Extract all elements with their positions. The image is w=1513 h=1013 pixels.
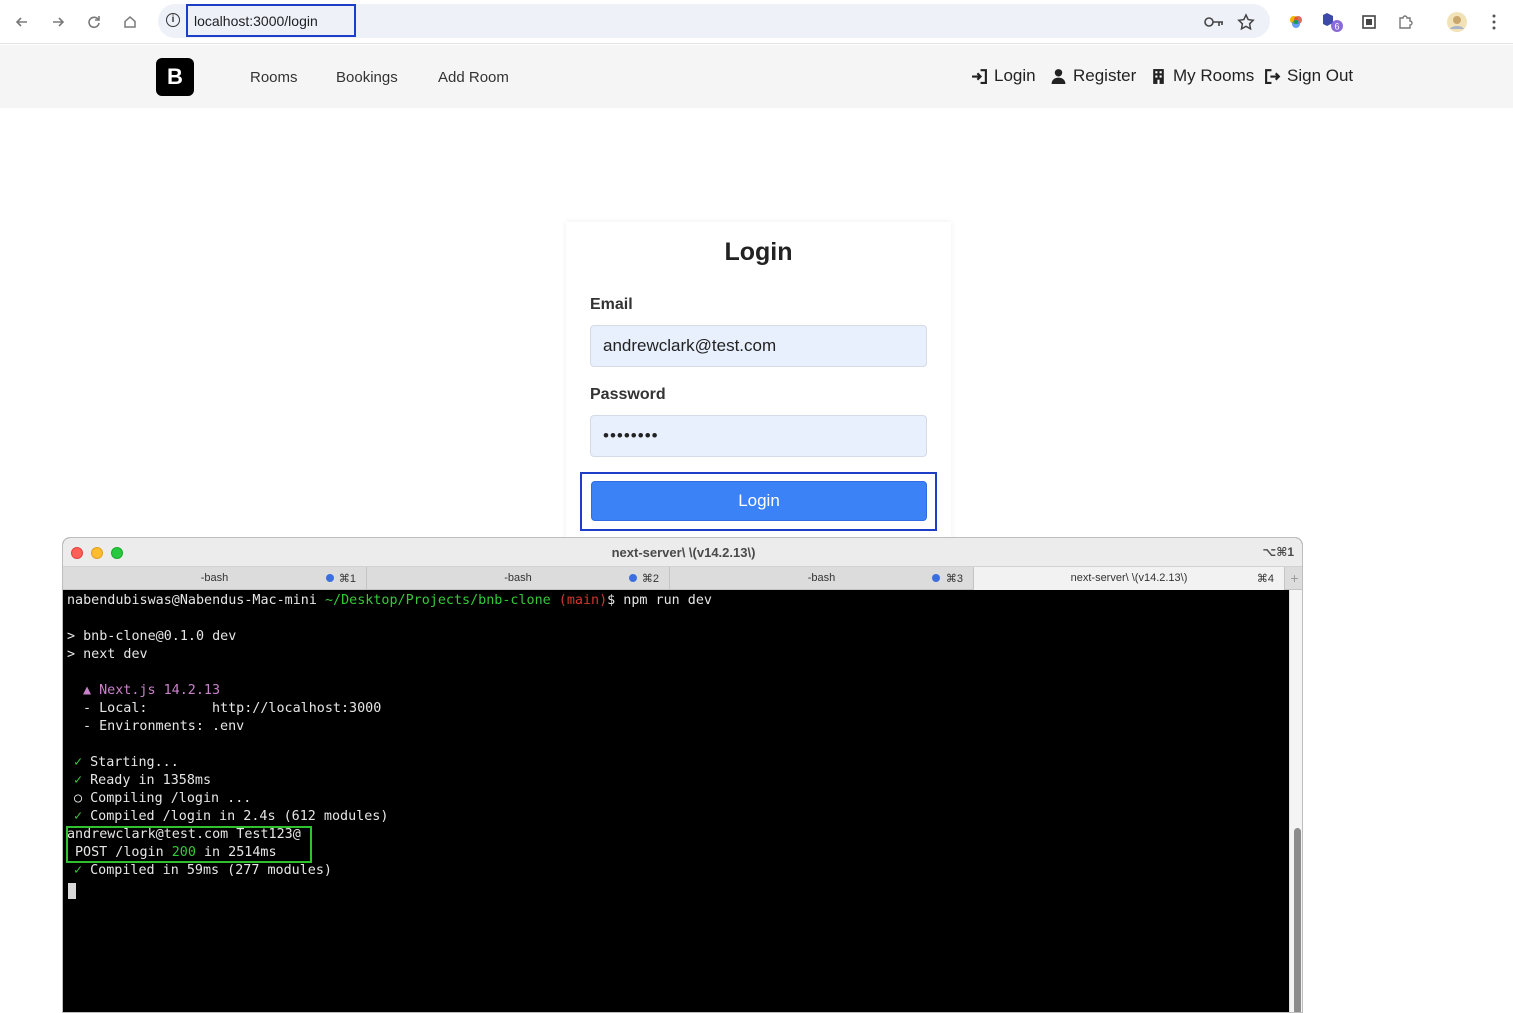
terminal-titlebar: next-server\ \(v14.2.13\) ⌥⌘1: [63, 538, 1302, 567]
line-text: Compiling /login ...: [90, 791, 252, 806]
nav-link-rooms[interactable]: Rooms: [250, 69, 298, 86]
line-text: Starting...: [90, 755, 179, 770]
terminal-output[interactable]: nabendubiswas@Nabendus-Mac-mini ~/Deskto…: [63, 590, 1289, 1012]
terminal-line: ✓ Starting...: [74, 754, 179, 772]
home-icon[interactable]: [118, 10, 142, 34]
line-text: Compiled /login in 2.4s (612 modules): [90, 809, 389, 824]
terminal-shortcut: ⌥⌘1: [1262, 545, 1294, 559]
reading-mode-icon[interactable]: [1358, 11, 1380, 33]
terminal-window: next-server\ \(v14.2.13\) ⌥⌘1 -bash ⌘1 -…: [62, 537, 1303, 1013]
terminal-line: ▲ Next.js 14.2.13: [83, 683, 221, 698]
new-tab-plus-icon[interactable]: +: [1285, 567, 1302, 590]
nav-register-label: Register: [1073, 66, 1137, 85]
check-icon: ✓: [74, 755, 83, 770]
terminal-tab-2-name: -bash: [504, 572, 532, 584]
extension-badge-icon[interactable]: 6: [1322, 11, 1344, 33]
terminal-line: ○ Compiling /login ...: [74, 790, 251, 808]
terminal-tab-2-key: ⌘2: [641, 573, 659, 585]
line-text: Ready in 1358ms: [90, 773, 212, 788]
nav-my-rooms-label: My Rooms: [1173, 66, 1255, 85]
terminal-line: - Environments: .env: [83, 719, 245, 734]
nav-register[interactable]: Register: [1050, 66, 1136, 86]
extensions-puzzle-icon[interactable]: [1394, 11, 1416, 33]
nav-sign-out[interactable]: Sign Out: [1264, 66, 1353, 86]
browser-toolbar: i localhost:3000/login 6: [0, 0, 1513, 44]
nav-login[interactable]: Login: [971, 66, 1036, 86]
bookmark-star-icon[interactable]: [1235, 11, 1257, 33]
terminal-tab-4-key: ⌘4: [1256, 573, 1274, 585]
sign-out-icon: [1265, 68, 1281, 84]
prompt-command: $ npm run dev: [607, 593, 712, 608]
terminal-tab-1-key: ⌘1: [338, 573, 356, 585]
terminal-tab-bar: -bash ⌘1 -bash ⌘2 -bash ⌘3 next-server\ …: [63, 567, 1302, 590]
terminal-line: - Local: http://localhost:3000: [83, 700, 381, 718]
prompt-branch: (main): [558, 593, 608, 608]
check-icon: ✓: [74, 773, 83, 788]
line-text: Compiled in 59ms (277 modules): [90, 863, 332, 878]
terminal-tab-4-name: next-server\ \(v14.2.13\): [1070, 572, 1188, 584]
nav-my-rooms[interactable]: My Rooms: [1150, 66, 1254, 86]
url-field[interactable]: localhost:3000/login: [186, 4, 356, 37]
email-label: Email: [590, 296, 633, 313]
terminal-line: > bnb-clone@0.1.0 dev: [67, 629, 237, 644]
password-key-icon[interactable]: [1203, 11, 1225, 33]
forward-icon[interactable]: [46, 10, 70, 34]
profile-avatar-icon[interactable]: [1446, 11, 1468, 33]
password-label: Password: [590, 386, 666, 403]
terminal-tab-4[interactable]: next-server\ \(v14.2.13\) ⌘4: [974, 567, 1285, 590]
url-text: localhost:3000/login: [194, 13, 318, 29]
terminal-cursor: [68, 883, 76, 899]
terminal-line: ✓ Ready in 1358ms: [74, 772, 211, 790]
more-menu-icon[interactable]: [1483, 11, 1505, 33]
nav-login-label: Login: [994, 66, 1036, 85]
terminal-tab-1-name: -bash: [200, 572, 229, 584]
site-info-icon[interactable]: i: [166, 13, 180, 27]
terminal-tab-1[interactable]: -bash ⌘1: [63, 567, 367, 590]
prompt-path: ~/Desktop/Projects/bnb-clone: [324, 593, 551, 608]
login-title: Login: [724, 238, 793, 266]
sign-in-icon: [972, 68, 987, 84]
terminal-title: next-server\ \(v14.2.13\): [611, 545, 756, 560]
local-label: - Local:: [83, 701, 148, 716]
prompt-user: nabendubiswas@Nabendus-Mac-mini: [67, 593, 317, 608]
password-field[interactable]: ••••••••: [590, 415, 927, 457]
check-icon: ✓: [74, 863, 83, 878]
site-navbar: B Rooms Bookings Add Room Login Register…: [0, 45, 1513, 108]
terminal-line: ✓ Compiled /login in 2.4s (612 modules): [74, 808, 388, 826]
building-icon: [1153, 68, 1164, 84]
brand-logo[interactable]: B: [156, 58, 194, 96]
tab-activity-dot-icon: [932, 574, 940, 582]
scrollbar-thumb[interactable]: [1294, 828, 1301, 1012]
nav-link-add-room[interactable]: Add Room: [438, 69, 509, 86]
check-icon: ✓: [74, 809, 83, 824]
login-button[interactable]: Login: [591, 481, 927, 521]
extension-color-icon[interactable]: [1285, 11, 1307, 33]
user-icon: [1051, 68, 1066, 84]
log-highlight-box: [66, 826, 312, 863]
terminal-line: > next dev: [67, 647, 148, 662]
back-icon[interactable]: [10, 10, 34, 34]
circle-icon: ○: [74, 791, 83, 806]
terminal-prompt-line: nabendubiswas@Nabendus-Mac-mini ~/Deskto…: [67, 592, 712, 610]
reload-icon[interactable]: [82, 10, 106, 34]
terminal-tab-3-name: -bash: [807, 572, 836, 584]
nav-sign-out-label: Sign Out: [1287, 66, 1354, 85]
tab-activity-dot-icon: [326, 574, 334, 582]
email-field[interactable]: andrewclark@test.com: [590, 325, 927, 367]
terminal-tab-3-key: ⌘3: [945, 573, 963, 585]
terminal-tab-3[interactable]: -bash ⌘3: [670, 567, 974, 590]
terminal-tab-2[interactable]: -bash ⌘2: [367, 567, 670, 590]
svg-text:6: 6: [1334, 22, 1339, 32]
tab-activity-dot-icon: [629, 574, 637, 582]
terminal-line: ✓ Compiled in 59ms (277 modules): [74, 862, 332, 880]
nav-link-bookings[interactable]: Bookings: [336, 69, 398, 86]
terminal-scrollbar[interactable]: [1289, 590, 1302, 1012]
local-url: http://localhost:3000: [212, 701, 382, 716]
